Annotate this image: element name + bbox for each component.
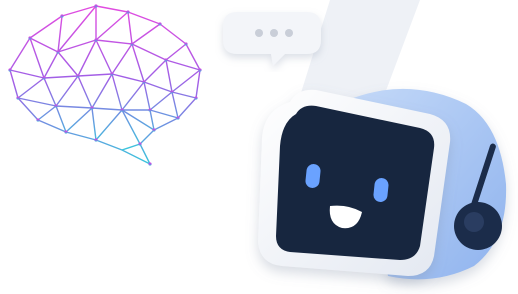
robot-mascot-icon [258, 88, 507, 280]
illustration-canvas [0, 0, 518, 294]
brain-network-icon [8, 4, 202, 166]
robot-ear [454, 202, 502, 250]
typing-dots [255, 29, 293, 37]
robot-screen [276, 105, 435, 260]
chat-bubble-typing-icon [223, 12, 321, 66]
